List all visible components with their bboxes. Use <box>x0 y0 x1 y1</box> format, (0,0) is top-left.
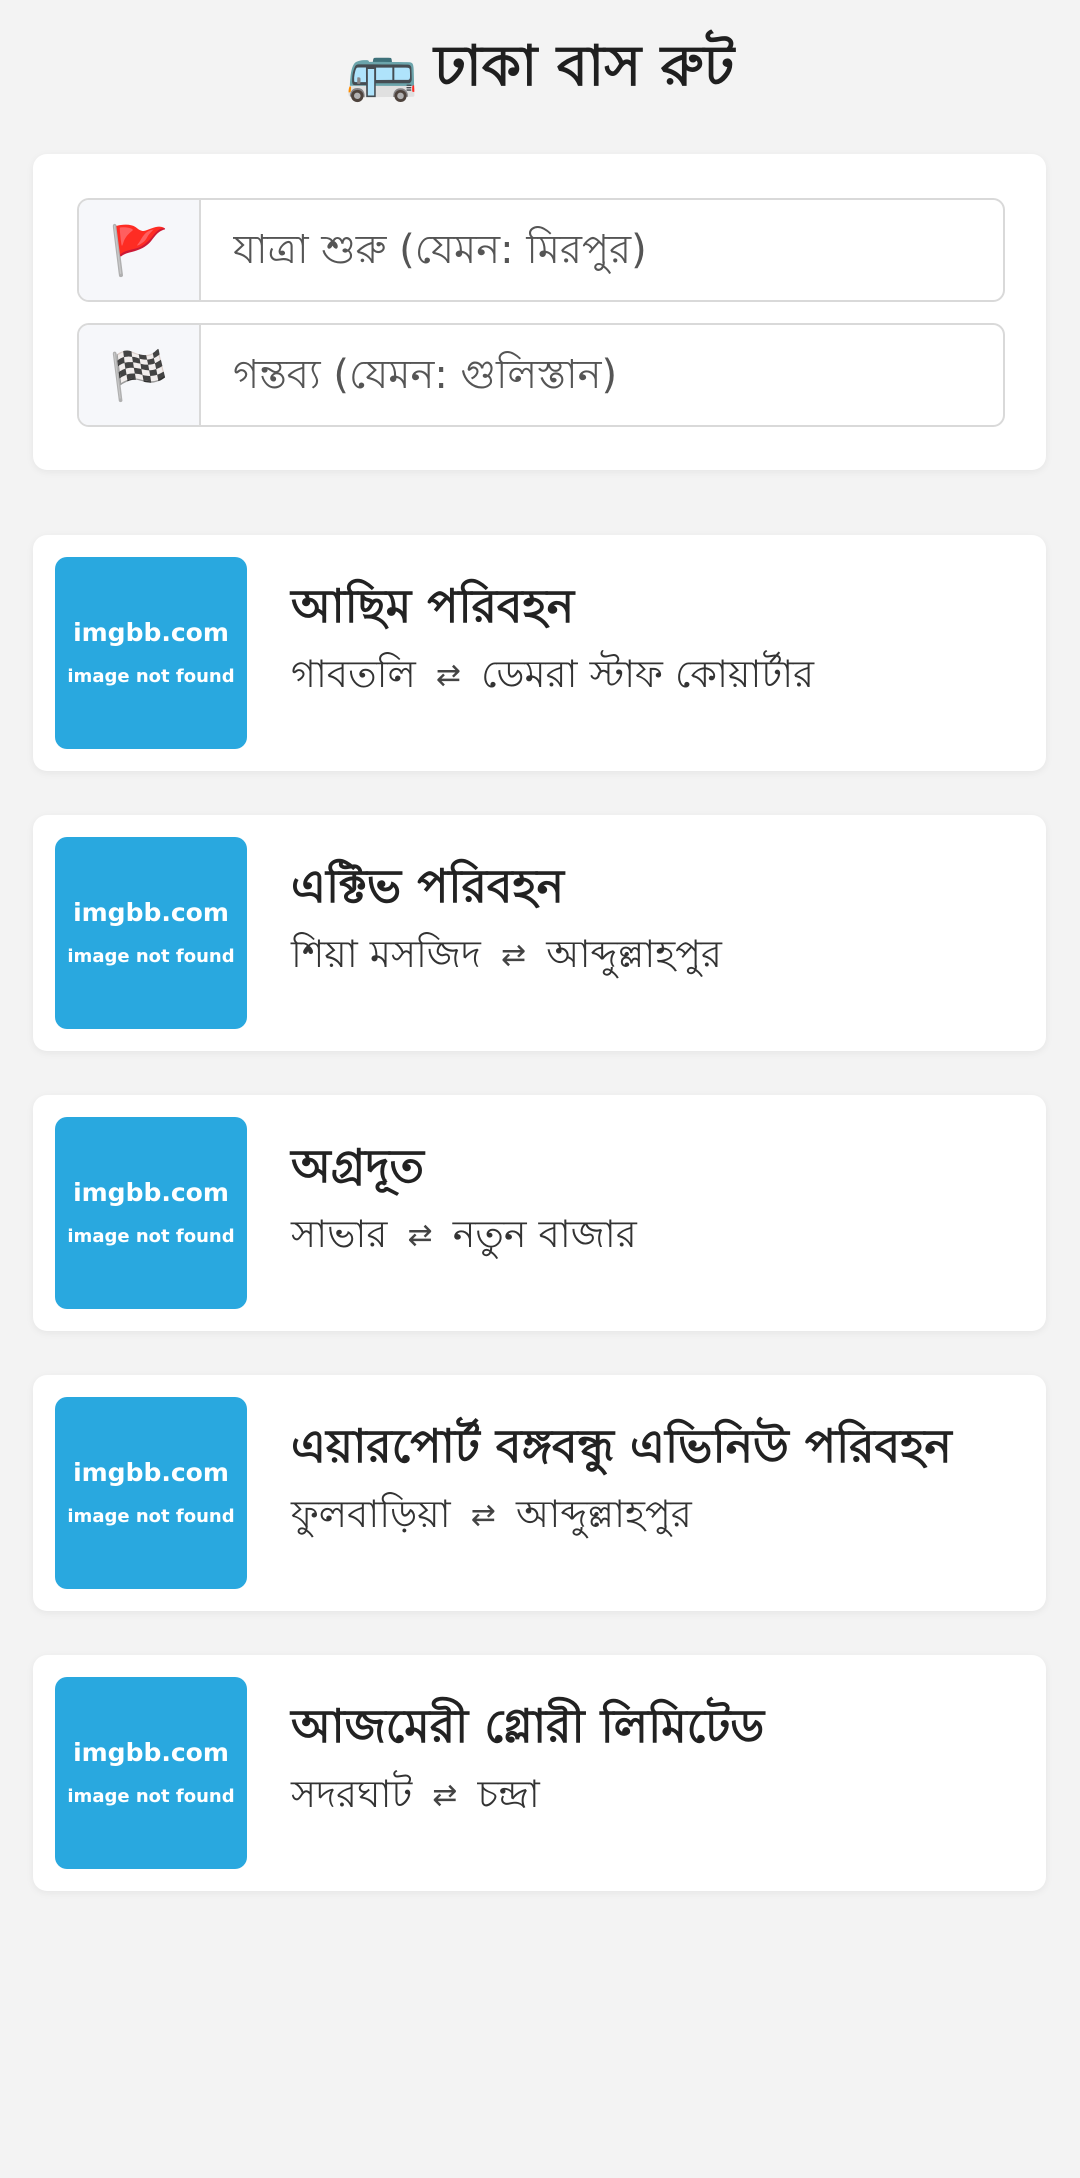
route-name: এক্টিভ পরিবহন <box>291 859 565 913</box>
route-name: এয়ারপোর্ট বঙ্গবন্ধু এভিনিউ পরিবহন <box>291 1419 952 1473</box>
route-image-placeholder: imgbb.com image not found <box>55 1677 247 1869</box>
image-host-label: imgbb.com <box>73 1738 229 1768</box>
route-from: গাবতলি <box>291 651 416 696</box>
image-not-found-label: image not found <box>67 1226 235 1248</box>
route-image-placeholder: imgbb.com image not found <box>55 1397 247 1589</box>
two-way-arrow-icon: ⇄ <box>407 1217 433 1253</box>
route-path: গাবতলি ⇄ ডেমরা স্টাফ কোয়ার্টার <box>291 651 1016 696</box>
two-way-arrow-icon: ⇄ <box>435 657 462 693</box>
route-name: অগ্রদূত <box>291 1139 424 1193</box>
destination-field[interactable]: 🏁 <box>77 323 1005 427</box>
route-info: অগ্রদূত সাভার ⇄ নতুন বাজার <box>291 1141 1016 1255</box>
route-path: সদরঘাট ⇄ চন্দ্রা <box>291 1771 1016 1816</box>
image-host-label: imgbb.com <box>73 1458 229 1488</box>
route-from: সাভার <box>291 1211 388 1256</box>
image-not-found-label: image not found <box>67 946 235 968</box>
route-name: আজমেরী গ্লোরী লিমিটেড <box>291 1699 765 1753</box>
image-host-label: imgbb.com <box>73 1178 229 1208</box>
route-from: সদরঘাট <box>291 1771 413 1816</box>
route-info: আছিম পরিবহন গাবতলি ⇄ ডেমরা স্টাফ কোয়ার্… <box>291 581 1016 695</box>
image-not-found-label: image not found <box>67 1786 235 1808</box>
start-location-input[interactable] <box>201 200 1003 300</box>
route-card[interactable]: imgbb.com image not found এয়ারপোর্ট বঙ্… <box>33 1375 1046 1611</box>
route-image-placeholder: imgbb.com image not found <box>55 837 247 1029</box>
route-info: এয়ারপোর্ট বঙ্গবন্ধু এভিনিউ পরিবহন ফুলবা… <box>291 1421 1016 1535</box>
route-path: শিয়া মসজিদ ⇄ আব্দুল্লাহপুর <box>291 931 1016 976</box>
destination-input[interactable] <box>201 325 1003 425</box>
two-way-arrow-icon: ⇄ <box>432 1777 458 1813</box>
checkered-flag-icon: 🏁 <box>79 325 201 425</box>
two-way-arrow-icon: ⇄ <box>470 1497 496 1533</box>
app-header: 🚌 ঢাকা বাস রুট <box>0 0 1080 140</box>
image-not-found-label: image not found <box>67 666 235 688</box>
route-image-placeholder: imgbb.com image not found <box>55 557 247 749</box>
route-info: আজমেরী গ্লোরী লিমিটেড সদরঘাট ⇄ চন্দ্রা <box>291 1701 1016 1815</box>
route-path: ফুলবাড়িয়া ⇄ আব্দুল্লাহপুর <box>291 1491 1016 1536</box>
route-to: চন্দ্রা <box>477 1771 540 1816</box>
two-way-arrow-icon: ⇄ <box>500 937 527 973</box>
search-panel: 🚩 🏁 <box>33 154 1046 470</box>
image-host-label: imgbb.com <box>73 618 229 648</box>
bus-icon: 🚌 <box>345 36 418 104</box>
route-list: imgbb.com image not found আছিম পরিবহন গা… <box>33 535 1046 1935</box>
route-card[interactable]: imgbb.com image not found অগ্রদূত সাভার … <box>33 1095 1046 1331</box>
route-to: আব্দুল্লাহপুর <box>516 1491 692 1536</box>
route-image-placeholder: imgbb.com image not found <box>55 1117 247 1309</box>
route-path: সাভার ⇄ নতুন বাজার <box>291 1211 1016 1256</box>
route-to: ডেমরা স্টাফ কোয়ার্টার <box>481 651 815 696</box>
route-card[interactable]: imgbb.com image not found এক্টিভ পরিবহন … <box>33 815 1046 1051</box>
start-location-field[interactable]: 🚩 <box>77 198 1005 302</box>
route-name: আছিম পরিবহন <box>291 579 575 633</box>
route-card[interactable]: imgbb.com image not found আজমেরী গ্লোরী … <box>33 1655 1046 1891</box>
route-to: নতুন বাজার <box>452 1211 637 1256</box>
red-flag-icon: 🚩 <box>79 200 201 300</box>
route-info: এক্টিভ পরিবহন শিয়া মসজিদ ⇄ আব্দুল্লাহপু… <box>291 861 1016 975</box>
image-not-found-label: image not found <box>67 1506 235 1528</box>
route-card[interactable]: imgbb.com image not found আছিম পরিবহন গা… <box>33 535 1046 771</box>
route-from: শিয়া মসজিদ <box>291 931 481 976</box>
route-to: আব্দুল্লাহপুর <box>546 931 722 976</box>
image-host-label: imgbb.com <box>73 898 229 928</box>
page-title: ঢাকা বাস রুট <box>434 34 735 99</box>
route-from: ফুলবাড়িয়া <box>291 1491 451 1536</box>
